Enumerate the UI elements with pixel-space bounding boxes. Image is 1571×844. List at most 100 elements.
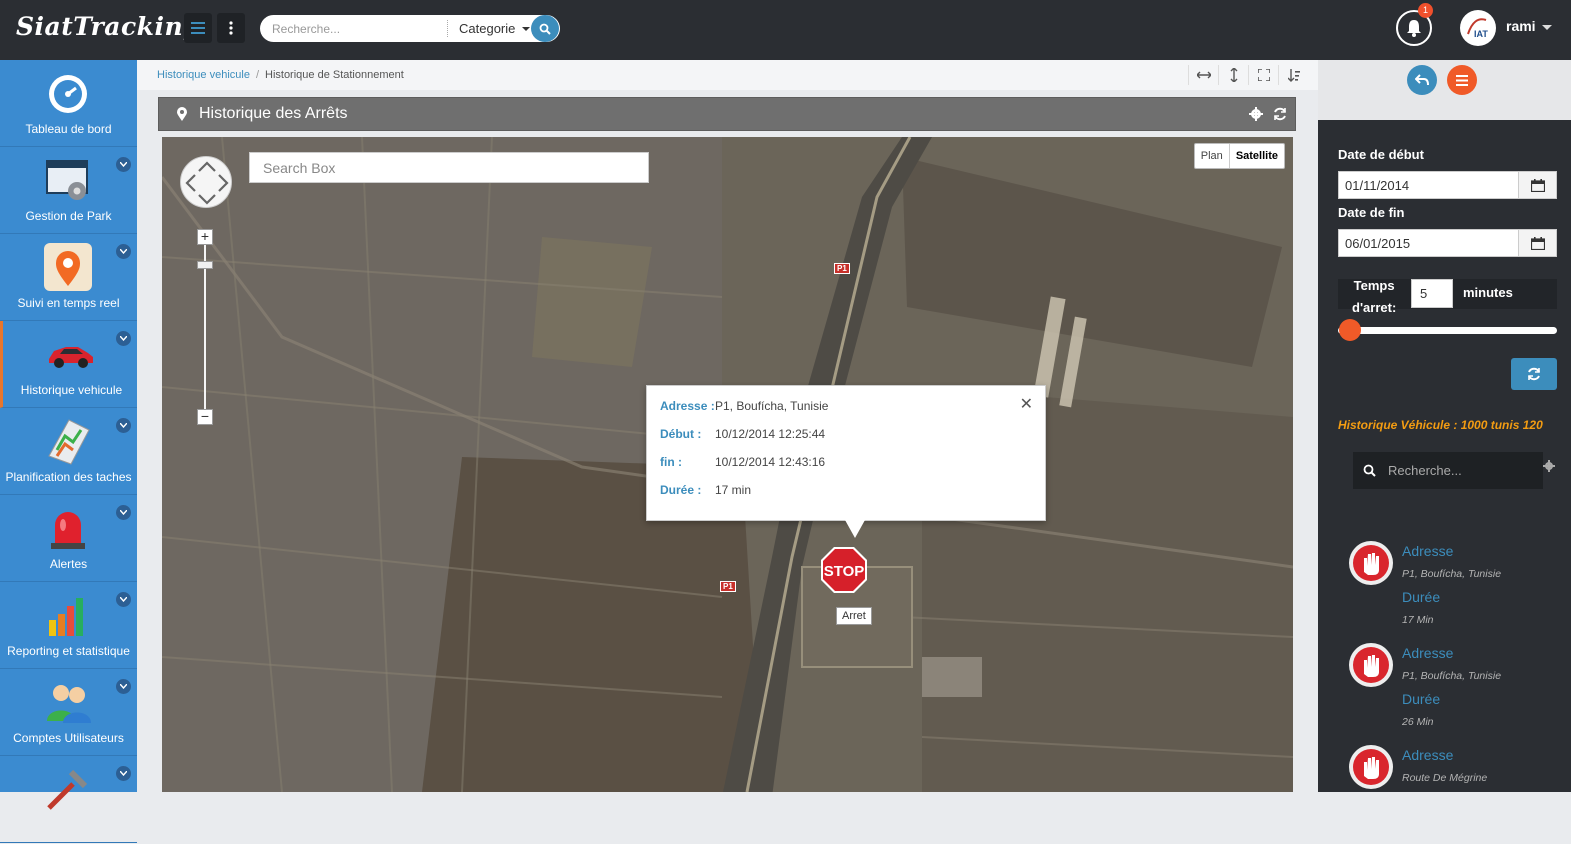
main-sidebar: Tableau de bord Gestion de Park Suivi en…	[0, 60, 137, 843]
map-type-satellite-button[interactable]: Satellite	[1228, 144, 1284, 168]
menu-toggle-button[interactable]	[184, 13, 212, 43]
refresh-button[interactable]	[1511, 358, 1557, 390]
sort-button[interactable]	[1278, 65, 1308, 85]
username[interactable]: rami	[1506, 18, 1536, 34]
zoom-slider-thumb[interactable]	[197, 261, 213, 269]
gear-icon[interactable]	[1543, 460, 1555, 472]
popup-value: 10/12/2014 12:25:44	[715, 427, 826, 441]
gear-icon[interactable]	[1249, 107, 1263, 121]
list-button[interactable]	[1447, 65, 1477, 95]
date-debut-label: Date de début	[1338, 147, 1424, 162]
pan-arrows-icon	[185, 161, 229, 205]
stop-duration-unit: minutes	[1463, 285, 1513, 300]
map-marker-icon	[177, 107, 187, 121]
sidebar-item-label: Suivi en temps reel	[17, 296, 120, 310]
map-pin-icon	[44, 243, 92, 291]
stop-marker-icon[interactable]: STOP	[820, 546, 868, 594]
stop-duration-slider-thumb[interactable]	[1339, 319, 1361, 341]
list-item-value: 26 Min	[1402, 716, 1434, 728]
road-label: P1	[720, 581, 736, 592]
date-fin-field	[1338, 229, 1557, 257]
planning-icon	[48, 419, 90, 465]
stop-hand-icon	[1349, 541, 1393, 585]
list-item-key: Adresse	[1402, 645, 1454, 661]
sidebar-item-label: Comptes Utilisateurs	[13, 731, 124, 745]
calendar-button[interactable]	[1518, 230, 1556, 256]
expand-vertical-button[interactable]	[1218, 65, 1248, 85]
chevron-down-icon[interactable]	[116, 244, 131, 259]
list-item-value: Route De Mégrine	[1402, 772, 1488, 784]
chevron-down-icon[interactable]	[116, 418, 131, 433]
sidebar-item-users[interactable]: Comptes Utilisateurs	[0, 669, 137, 756]
vertical-dots-icon	[229, 21, 233, 35]
siat-logo-icon: IAT	[1461, 11, 1495, 45]
users-icon	[47, 685, 91, 723]
sidebar-item-reporting[interactable]: Reporting et statistique	[0, 582, 137, 669]
list-item[interactable]: Adresse P1, Boufícha, Tunisie Durée 17 M…	[1348, 540, 1558, 640]
calendar-button[interactable]	[1518, 172, 1556, 198]
breadcrumb-bar: Historique vehicule / Historique de Statio…	[137, 60, 1318, 90]
close-icon[interactable]: ✕	[1020, 394, 1033, 414]
chevron-down-icon[interactable]	[116, 157, 131, 172]
zoom-in-button[interactable]: +	[197, 229, 213, 245]
stop-duration-input[interactable]	[1411, 279, 1453, 308]
category-select[interactable]: Categorie	[459, 21, 515, 36]
park-management-icon	[46, 160, 88, 200]
caret-down-icon[interactable]	[1542, 25, 1552, 30]
chevron-down-icon[interactable]	[116, 592, 131, 607]
breadcrumb: Historique vehicule / Historique de Statio…	[157, 69, 404, 81]
date-fin-input[interactable]	[1339, 230, 1519, 256]
list-item-value: P1, Boufícha, Tunisie	[1402, 568, 1502, 580]
history-title: Historique Véhicule : 1000 tunis 120	[1338, 418, 1543, 432]
chevron-down-icon[interactable]	[116, 331, 131, 346]
popup-key: Adresse :	[660, 399, 715, 413]
chevron-down-icon[interactable]	[116, 766, 131, 781]
list-item-value: 17 Min	[1402, 614, 1434, 626]
search-button[interactable]	[531, 15, 559, 42]
sidebar-item-dashboard[interactable]: Tableau de bord	[0, 60, 137, 147]
map-type-plan-button[interactable]: Plan	[1195, 144, 1229, 168]
sidebar-item-realtime[interactable]: Suivi en temps reel	[0, 234, 137, 321]
stop-duration-label: Temps d'arret:	[1352, 275, 1396, 319]
bell-icon	[1407, 20, 1421, 37]
breadcrumb-link-vehicle-history[interactable]: Historique vehicule	[157, 69, 250, 81]
svg-text:IAT: IAT	[1474, 29, 1488, 39]
search-divider	[447, 20, 448, 37]
sidebar-item-planning[interactable]: Planification des taches	[0, 408, 137, 495]
more-options-button[interactable]	[217, 13, 245, 43]
zoom-out-button[interactable]: −	[197, 409, 213, 425]
sidebar-item-label: Reporting et statistique	[7, 644, 130, 658]
history-search	[1353, 452, 1555, 489]
chevron-down-icon[interactable]	[116, 505, 131, 520]
vertical-arrows-icon	[1230, 68, 1237, 82]
list-item[interactable]: Adresse Route De Mégrine	[1348, 744, 1558, 844]
date-debut-input[interactable]	[1339, 172, 1519, 198]
refresh-icon[interactable]	[1273, 107, 1287, 121]
expand-horizontal-button[interactable]	[1188, 65, 1218, 85]
date-fin-label: Date de fin	[1338, 205, 1405, 220]
bar-chart-icon	[49, 598, 83, 636]
history-search-input[interactable]	[1388, 457, 1508, 484]
list-item-value: P1, Boufícha, Tunisie	[1402, 670, 1502, 682]
brand-logo[interactable]: SiatTracking	[16, 12, 201, 41]
map-search-input[interactable]	[249, 152, 649, 183]
list-item-key: Adresse	[1402, 747, 1454, 763]
dashboard-gauge-icon	[49, 75, 87, 113]
satellite-map[interactable]: Plan Satellite + − P1 P1 ✕ Adresse : P1,…	[162, 137, 1293, 792]
sidebar-item-park[interactable]: Gestion de Park	[0, 147, 137, 234]
sidebar-item-alerts[interactable]: Alertes	[0, 495, 137, 582]
sidebar-item-vehicle-history[interactable]: Historique vehicule	[0, 321, 137, 408]
chevron-down-icon[interactable]	[116, 679, 131, 694]
stop-duration-slider-track[interactable]	[1338, 327, 1557, 334]
stop-info-popup: ✕ Adresse : P1, Boufícha, Tunisie Début …	[646, 385, 1046, 521]
list-item[interactable]: Adresse P1, Boufícha, Tunisie Durée 26 M…	[1348, 642, 1558, 742]
fullscreen-button[interactable]	[1248, 65, 1278, 85]
avatar[interactable]: IAT	[1460, 10, 1496, 46]
caret-down-icon[interactable]	[522, 27, 530, 31]
sidebar-item-tools[interactable]	[0, 756, 137, 843]
pan-control[interactable]	[180, 156, 232, 208]
back-button[interactable]	[1407, 65, 1437, 95]
popup-key: fin :	[660, 455, 682, 469]
global-search-input[interactable]	[272, 15, 442, 42]
sidebar-item-label: Historique vehicule	[20, 383, 123, 397]
